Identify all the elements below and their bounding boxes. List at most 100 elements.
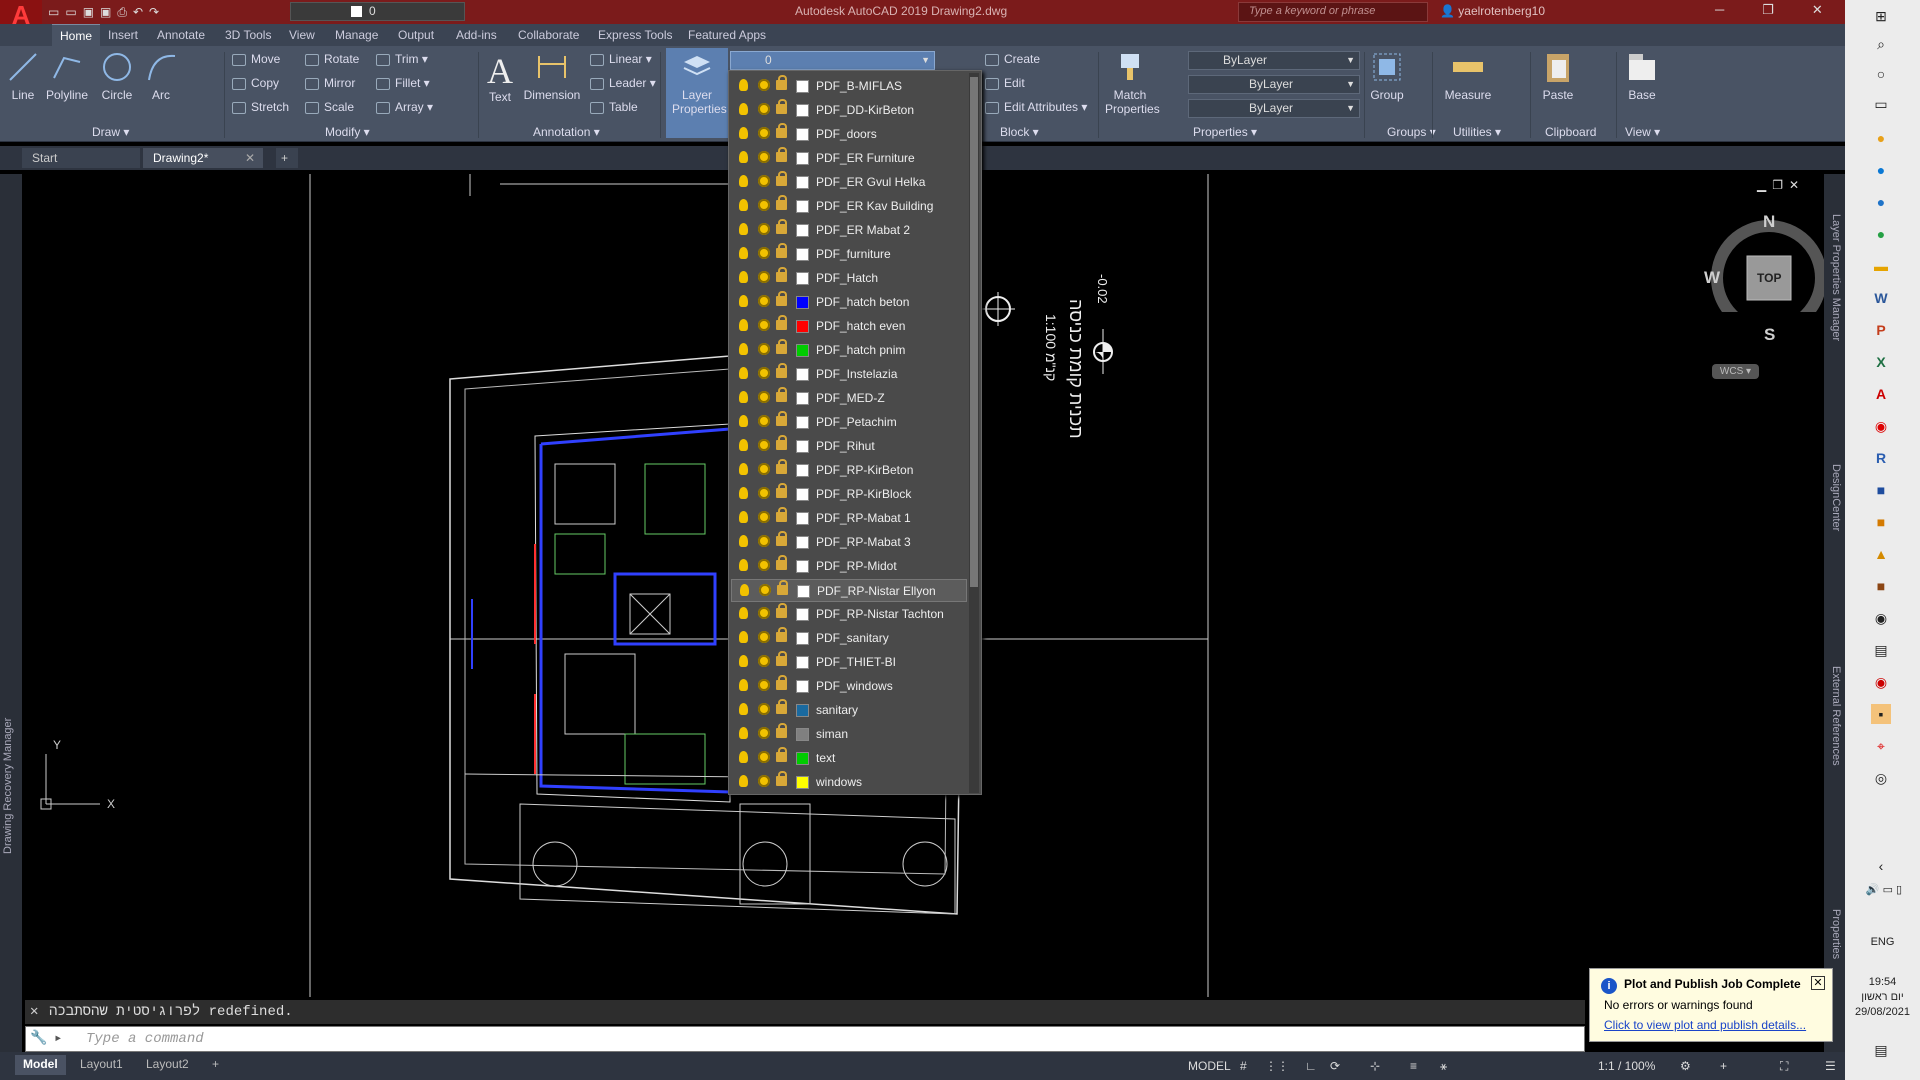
layer-freeze-sun-icon[interactable] xyxy=(758,151,770,163)
layer-color-swatch[interactable] xyxy=(796,704,809,717)
layer-on-bulb-icon[interactable] xyxy=(739,511,748,523)
scale-button[interactable]: Scale xyxy=(305,100,354,114)
tab-output[interactable]: Output xyxy=(398,28,434,42)
fullscreen-icon[interactable]: ⛶ xyxy=(1780,1059,1788,1074)
stretch-button[interactable]: Stretch xyxy=(232,100,289,114)
layer-on-bulb-icon[interactable] xyxy=(739,775,748,787)
layer-item[interactable]: PDF_hatch beton xyxy=(731,291,967,314)
layer-freeze-sun-icon[interactable] xyxy=(758,679,770,691)
copy-button[interactable]: Copy xyxy=(232,76,279,90)
utilities-panel-label[interactable]: Utilities ▾ xyxy=(1453,125,1501,141)
snap-icon[interactable]: ⋮⋮ xyxy=(1265,1059,1289,1073)
tab-add-ins[interactable]: Add-ins xyxy=(456,28,497,42)
layer-unlock-icon[interactable] xyxy=(776,435,787,450)
layer-unlock-icon[interactable] xyxy=(777,580,788,595)
revit-icon[interactable]: R xyxy=(1871,448,1891,468)
layer-item[interactable]: PDF_ER Kav Building xyxy=(731,195,967,218)
layer-unlock-icon[interactable] xyxy=(776,99,787,114)
layer-item[interactable]: PDF_RP-Mabat 3 xyxy=(731,531,967,554)
close-icon[interactable]: ✕ xyxy=(1812,2,1823,18)
layer-on-bulb-icon[interactable] xyxy=(739,559,748,571)
layer-item[interactable]: PDF_hatch pnim xyxy=(731,339,967,362)
layer-color-swatch[interactable] xyxy=(796,512,809,525)
groups-panel-label[interactable]: Groups ▾ xyxy=(1387,125,1436,141)
layer-item[interactable]: PDF_RP-Midot xyxy=(731,555,967,578)
clipboard-panel-label[interactable]: Clipboard xyxy=(1545,125,1596,141)
layer-item[interactable]: PDF_ER Furniture xyxy=(731,147,967,170)
layer-freeze-sun-icon[interactable] xyxy=(758,247,770,259)
polyline-button[interactable]: Polyline xyxy=(44,50,90,102)
layer-freeze-sun-icon[interactable] xyxy=(758,463,770,475)
layer-on-bulb-icon[interactable] xyxy=(739,487,748,499)
viewcube-west[interactable]: W xyxy=(1704,268,1720,288)
doc-tab-drawing2[interactable]: Drawing2* ✕ xyxy=(143,148,263,168)
layer-on-bulb-icon[interactable] xyxy=(739,631,748,643)
layer-item[interactable]: PDF_Petachim xyxy=(731,411,967,434)
modify-panel-label[interactable]: Modify ▾ xyxy=(325,125,370,141)
cortana-icon[interactable]: ○ xyxy=(1871,64,1891,84)
layer-unlock-icon[interactable] xyxy=(776,387,787,402)
layer-freeze-sun-icon[interactable] xyxy=(758,727,770,739)
layer-on-bulb-icon[interactable] xyxy=(739,727,748,739)
layer-color-swatch[interactable] xyxy=(796,752,809,765)
layer-on-bulb-icon[interactable] xyxy=(739,175,748,187)
close-command-line-icon[interactable]: ✕ xyxy=(30,1000,38,1024)
annotation-visibility-icon[interactable]: ⚹ xyxy=(1440,1059,1447,1074)
layer-unlock-icon[interactable] xyxy=(776,531,787,546)
layer-on-bulb-icon[interactable] xyxy=(739,535,748,547)
layer-color-swatch[interactable] xyxy=(796,656,809,669)
chrome-icon[interactable]: ● xyxy=(1871,128,1891,148)
edit-block-button[interactable]: Edit xyxy=(985,76,1025,90)
layer-item[interactable]: sanitary xyxy=(731,699,967,722)
user-account[interactable]: 👤 yaelrotenberg10 xyxy=(1440,4,1545,18)
linetype-combo[interactable]: ByLayer ▼ xyxy=(1188,75,1360,94)
sticky-notes-icon[interactable]: ▪ xyxy=(1871,704,1891,724)
block-panel-label[interactable]: Block ▾ xyxy=(1000,125,1039,141)
layer-color-swatch[interactable] xyxy=(796,560,809,573)
paste-button[interactable]: Paste xyxy=(1538,50,1578,102)
layer-color-swatch[interactable] xyxy=(796,608,809,621)
language-indicator[interactable]: ENG xyxy=(1845,936,1920,948)
layer-on-bulb-icon[interactable] xyxy=(739,223,748,235)
notification-close-button[interactable]: ✕ xyxy=(1811,976,1825,990)
layer-color-swatch[interactable] xyxy=(796,176,809,189)
layer-color-swatch[interactable] xyxy=(796,536,809,549)
trim-button[interactable]: Trim ▾ xyxy=(376,52,428,66)
open-file-icon[interactable]: ▭ xyxy=(65,5,76,19)
layer-freeze-sun-icon[interactable] xyxy=(758,559,770,571)
tab-insert[interactable]: Insert xyxy=(108,28,138,42)
layer-color-swatch[interactable] xyxy=(796,320,809,333)
layout2-tab[interactable]: Layout2 xyxy=(138,1055,197,1075)
layer-color-swatch[interactable] xyxy=(796,80,809,93)
undo-icon[interactable]: ↶ xyxy=(133,5,143,19)
action-center-icon[interactable]: ▤ xyxy=(1871,1040,1891,1060)
layer-on-bulb-icon[interactable] xyxy=(739,199,748,211)
layer-item[interactable]: PDF_DD-KirBeton xyxy=(731,99,967,122)
move-button[interactable]: Move xyxy=(232,52,280,66)
layer-color-swatch[interactable] xyxy=(796,152,809,165)
clock-time[interactable]: 19:54 xyxy=(1845,976,1920,988)
ortho-icon[interactable]: ∟ xyxy=(1305,1059,1317,1073)
viewport-minimize-icon[interactable]: ▁ xyxy=(1757,178,1772,192)
new-file-icon[interactable]: ▭ xyxy=(48,5,59,19)
drawing-recovery-manager-tab[interactable]: Drawing Recovery Manager xyxy=(2,718,14,854)
match-properties-button[interactable]: Match Properties xyxy=(1102,50,1160,116)
add-layout-button[interactable]: + xyxy=(204,1055,227,1075)
layer-unlock-icon[interactable] xyxy=(776,195,787,210)
restore-icon[interactable]: ❐ xyxy=(1762,2,1774,18)
viewport-close-icon[interactable]: ✕ xyxy=(1789,178,1805,192)
app-icon[interactable]: ◉ xyxy=(1871,672,1891,692)
layer-item[interactable]: PDF_doors xyxy=(731,123,967,146)
leader-button[interactable]: Leader ▾ xyxy=(590,76,656,90)
layer-item[interactable]: PDF_sanitary xyxy=(731,627,967,650)
layer-unlock-icon[interactable] xyxy=(776,459,787,474)
save-icon[interactable]: ▣ xyxy=(83,5,94,19)
layer-freeze-sun-icon[interactable] xyxy=(758,535,770,547)
layer-item[interactable]: PDF_Rihut xyxy=(731,435,967,458)
layer-color-swatch[interactable] xyxy=(796,344,809,357)
new-tab-button[interactable]: + xyxy=(276,148,298,168)
layer-freeze-sun-icon[interactable] xyxy=(758,295,770,307)
file-explorer-icon[interactable]: ▬ xyxy=(1871,256,1891,276)
layer-on-bulb-icon[interactable] xyxy=(739,607,748,619)
layer-unlock-icon[interactable] xyxy=(776,267,787,282)
